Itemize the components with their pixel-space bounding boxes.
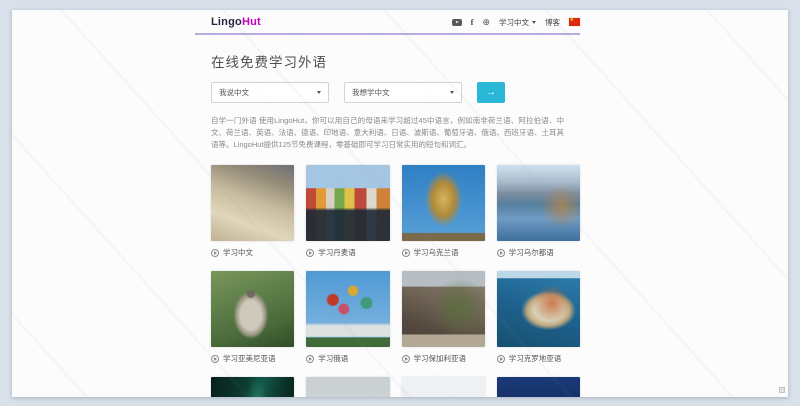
china-flag-icon[interactable] bbox=[569, 18, 580, 26]
tile-label: 学习中文 bbox=[223, 247, 253, 258]
tile-label-row: 学习乌克兰语 bbox=[402, 247, 485, 258]
tile-label-row: 学习克罗地亚语 bbox=[497, 353, 580, 364]
scrollbar-corner bbox=[779, 387, 785, 393]
kyiv-angel-statue-photo bbox=[402, 165, 485, 241]
tile-label: 学习乌尔都语 bbox=[509, 247, 554, 258]
webpage: LingoHut f ⊕ 学习中文 博客 在线免费学习外语 我说中文 我 bbox=[12, 10, 788, 397]
play-icon bbox=[306, 249, 314, 257]
language-menu-label: 学习中文 bbox=[499, 17, 529, 28]
tile-label: 学习保加利亚语 bbox=[414, 353, 467, 364]
tile-label-row: 学习乌尔都语 bbox=[497, 247, 580, 258]
logo-text-hut: Hut bbox=[242, 16, 261, 28]
globe-icon[interactable]: ⊕ bbox=[482, 18, 490, 27]
aurora-night-photo bbox=[211, 377, 294, 397]
tile-label-row: 学习俄语 bbox=[306, 353, 389, 364]
course-tile-bulgarian[interactable]: 学习保加利亚语 bbox=[402, 271, 485, 364]
tile-label-row: 学习亚美尼亚语 bbox=[211, 353, 294, 364]
chevron-down-icon bbox=[532, 21, 536, 24]
parliament-at-night-photo bbox=[497, 377, 580, 397]
white-cathedral-dome-photo bbox=[306, 377, 389, 397]
learn-language-select[interactable]: 我想学中文 bbox=[344, 82, 462, 103]
play-icon bbox=[306, 355, 314, 363]
arrow-right-icon: → bbox=[486, 87, 496, 98]
chevron-down-icon bbox=[317, 91, 321, 94]
play-icon bbox=[402, 249, 410, 257]
content-container: LingoHut f ⊕ 学习中文 博客 在线免费学习外语 我说中文 我 bbox=[195, 10, 580, 397]
great-wall-photo bbox=[211, 165, 294, 241]
play-icon bbox=[211, 249, 219, 257]
tile-label-row: 学习保加利亚语 bbox=[402, 353, 485, 364]
tile-label: 学习乌克兰语 bbox=[414, 247, 459, 258]
header-nav: f ⊕ 学习中文 博客 bbox=[452, 17, 580, 28]
tile-label: 学习克罗地亚语 bbox=[509, 353, 562, 364]
language-picker-row: 我说中文 我想学中文 → bbox=[211, 82, 580, 103]
speak-language-value: 我说中文 bbox=[219, 87, 249, 98]
nyhavn-harbor-photo bbox=[306, 165, 389, 241]
go-button[interactable]: → bbox=[477, 82, 505, 103]
course-tile-croatian[interactable]: 学习克罗地亚语 bbox=[497, 271, 580, 364]
course-tile-ukrainian[interactable]: 学习乌克兰语 bbox=[402, 165, 485, 258]
speak-language-select[interactable]: 我说中文 bbox=[211, 82, 329, 103]
youtube-icon[interactable] bbox=[452, 19, 462, 26]
tile-label: 学习俄语 bbox=[318, 353, 348, 364]
tile-label: 学习丹麦语 bbox=[318, 247, 356, 258]
desktop-background: { "header": { "logo_part1": "Lingo", "lo… bbox=[0, 0, 800, 406]
facebook-icon[interactable]: f bbox=[471, 17, 474, 27]
course-tile-russian[interactable]: 学习俄语 bbox=[306, 271, 389, 364]
play-icon bbox=[211, 355, 219, 363]
site-header: LingoHut f ⊕ 学习中文 博客 bbox=[195, 10, 580, 35]
chevron-down-icon bbox=[450, 91, 454, 94]
dubrovnik-coast-photo bbox=[497, 271, 580, 347]
blog-link[interactable]: 博客 bbox=[545, 17, 560, 28]
page-title: 在线免费学习外语 bbox=[211, 51, 580, 71]
course-tile-partial-2[interactable] bbox=[306, 377, 389, 397]
play-icon bbox=[497, 355, 505, 363]
tile-label: 学习亚美尼亚语 bbox=[223, 353, 276, 364]
mountain-lake-photo bbox=[497, 165, 580, 241]
play-icon bbox=[402, 355, 410, 363]
intro-paragraph: 自学一门外语 使用LingoHut，你可以用自己的母语来学习超过45中语言，例如… bbox=[211, 115, 564, 151]
site-logo[interactable]: LingoHut bbox=[211, 16, 261, 28]
gaudi-mosaic-chimneys-photo bbox=[402, 377, 485, 397]
armenian-monastery-photo bbox=[211, 271, 294, 347]
course-tile-partial-3[interactable] bbox=[402, 377, 485, 397]
play-icon bbox=[497, 249, 505, 257]
learn-language-value: 我想学中文 bbox=[352, 87, 390, 98]
st-basils-cathedral-photo bbox=[306, 271, 389, 347]
tile-label-row: 学习丹麦语 bbox=[306, 247, 389, 258]
course-grid: 学习中文 学习丹麦语 学习乌克兰语 bbox=[211, 165, 580, 397]
course-tile-urdu[interactable]: 学习乌尔都语 bbox=[497, 165, 580, 258]
course-tile-partial-4[interactable] bbox=[497, 377, 580, 397]
course-tile-armenian[interactable]: 学习亚美尼亚语 bbox=[211, 271, 294, 364]
course-tile-danish[interactable]: 学习丹麦语 bbox=[306, 165, 389, 258]
language-menu[interactable]: 学习中文 bbox=[499, 17, 536, 28]
tile-label-row: 学习中文 bbox=[211, 247, 294, 258]
course-tile-chinese[interactable]: 学习中文 bbox=[211, 165, 294, 258]
course-tile-partial-1[interactable] bbox=[211, 377, 294, 397]
logo-text-lingo: Lingo bbox=[211, 16, 242, 28]
belogradchik-fortress-photo bbox=[402, 271, 485, 347]
